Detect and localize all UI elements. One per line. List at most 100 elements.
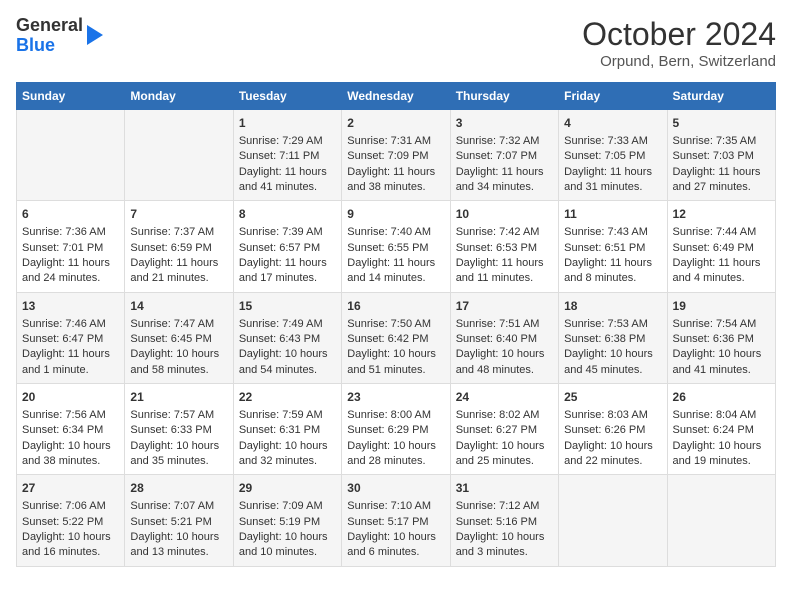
day-info: Daylight: 10 hours and 38 minutes. bbox=[22, 439, 119, 470]
day-number: 18 bbox=[564, 298, 661, 315]
month-year-title: October 2024 bbox=[582, 16, 776, 53]
day-info: Sunset: 7:11 PM bbox=[239, 149, 336, 164]
day-info: Daylight: 11 hours and 27 minutes. bbox=[673, 165, 770, 196]
calendar-cell: 29Sunrise: 7:09 AMSunset: 5:19 PMDayligh… bbox=[233, 475, 341, 566]
day-number: 2 bbox=[347, 115, 444, 132]
day-info: Daylight: 10 hours and 45 minutes. bbox=[564, 347, 661, 378]
weekday-header-tuesday: Tuesday bbox=[233, 83, 341, 110]
day-info: Sunrise: 7:39 AM bbox=[239, 225, 336, 240]
calendar-cell: 27Sunrise: 7:06 AMSunset: 5:22 PMDayligh… bbox=[17, 475, 125, 566]
day-info: Sunset: 7:03 PM bbox=[673, 149, 770, 164]
day-number: 9 bbox=[347, 206, 444, 223]
day-info: Sunset: 5:16 PM bbox=[456, 515, 553, 530]
day-number: 16 bbox=[347, 298, 444, 315]
day-info: Sunrise: 8:04 AM bbox=[673, 408, 770, 423]
calendar-cell: 9 Sunrise: 7:40 AMSunset: 6:55 PMDaylight… bbox=[342, 201, 450, 292]
calendar-cell: 19Sunrise: 7:54 AMSunset: 6:36 PMDayligh… bbox=[667, 292, 775, 383]
day-info: Sunrise: 7:37 AM bbox=[130, 225, 227, 240]
weekday-header-saturday: Saturday bbox=[667, 83, 775, 110]
day-info: Sunset: 6:26 PM bbox=[564, 423, 661, 438]
page-header: General Blue October 2024 Orpund, Bern, … bbox=[16, 16, 776, 70]
day-info: Daylight: 11 hours and 24 minutes. bbox=[22, 256, 119, 287]
day-info: Sunset: 6:59 PM bbox=[130, 241, 227, 256]
day-info: Daylight: 10 hours and 35 minutes. bbox=[130, 439, 227, 470]
day-number: 5 bbox=[673, 115, 770, 132]
day-info: Daylight: 11 hours and 8 minutes. bbox=[564, 256, 661, 287]
day-info: Sunset: 6:33 PM bbox=[130, 423, 227, 438]
day-info: Daylight: 10 hours and 54 minutes. bbox=[239, 347, 336, 378]
day-info: Daylight: 11 hours and 11 minutes. bbox=[456, 256, 553, 287]
day-info: Sunrise: 7:33 AM bbox=[564, 134, 661, 149]
day-number: 20 bbox=[22, 389, 119, 406]
calendar-cell: 21Sunrise: 7:57 AMSunset: 6:33 PMDayligh… bbox=[125, 384, 233, 475]
day-info: Sunrise: 7:32 AM bbox=[456, 134, 553, 149]
day-number: 8 bbox=[239, 206, 336, 223]
calendar-cell bbox=[17, 110, 125, 201]
day-info: Sunset: 6:34 PM bbox=[22, 423, 119, 438]
calendar-cell bbox=[125, 110, 233, 201]
day-info: Daylight: 11 hours and 14 minutes. bbox=[347, 256, 444, 287]
calendar-cell: 6 Sunrise: 7:36 AMSunset: 7:01 PMDaylight… bbox=[17, 201, 125, 292]
calendar-cell: 16Sunrise: 7:50 AMSunset: 6:42 PMDayligh… bbox=[342, 292, 450, 383]
calendar-cell: 28Sunrise: 7:07 AMSunset: 5:21 PMDayligh… bbox=[125, 475, 233, 566]
day-info: Sunrise: 7:53 AM bbox=[564, 317, 661, 332]
day-number: 6 bbox=[22, 206, 119, 223]
day-info: Sunset: 6:27 PM bbox=[456, 423, 553, 438]
day-info: Sunset: 5:17 PM bbox=[347, 515, 444, 530]
day-info: Sunset: 5:21 PM bbox=[130, 515, 227, 530]
day-info: Daylight: 10 hours and 22 minutes. bbox=[564, 439, 661, 470]
day-info: Sunset: 6:55 PM bbox=[347, 241, 444, 256]
day-number: 3 bbox=[456, 115, 553, 132]
calendar-cell: 30Sunrise: 7:10 AMSunset: 5:17 PMDayligh… bbox=[342, 475, 450, 566]
day-number: 1 bbox=[239, 115, 336, 132]
day-info: Sunrise: 8:03 AM bbox=[564, 408, 661, 423]
day-info: Daylight: 10 hours and 13 minutes. bbox=[130, 530, 227, 561]
day-info: Sunrise: 7:57 AM bbox=[130, 408, 227, 423]
day-info: Daylight: 10 hours and 10 minutes. bbox=[239, 530, 336, 561]
day-number: 12 bbox=[673, 206, 770, 223]
day-info: Daylight: 10 hours and 19 minutes. bbox=[673, 439, 770, 470]
day-info: Sunset: 6:45 PM bbox=[130, 332, 227, 347]
day-info: Sunrise: 7:09 AM bbox=[239, 499, 336, 514]
day-number: 15 bbox=[239, 298, 336, 315]
day-info: Sunrise: 7:35 AM bbox=[673, 134, 770, 149]
day-number: 28 bbox=[130, 480, 227, 497]
day-info: Daylight: 10 hours and 48 minutes. bbox=[456, 347, 553, 378]
calendar-cell: 10Sunrise: 7:42 AMSunset: 6:53 PMDayligh… bbox=[450, 201, 558, 292]
day-number: 11 bbox=[564, 206, 661, 223]
calendar-cell: 23Sunrise: 8:00 AMSunset: 6:29 PMDayligh… bbox=[342, 384, 450, 475]
calendar-cell: 12Sunrise: 7:44 AMSunset: 6:49 PMDayligh… bbox=[667, 201, 775, 292]
calendar-cell: 17Sunrise: 7:51 AMSunset: 6:40 PMDayligh… bbox=[450, 292, 558, 383]
day-info: Sunrise: 7:40 AM bbox=[347, 225, 444, 240]
day-number: 14 bbox=[130, 298, 227, 315]
day-info: Sunset: 7:07 PM bbox=[456, 149, 553, 164]
calendar-cell: 20Sunrise: 7:56 AMSunset: 6:34 PMDayligh… bbox=[17, 384, 125, 475]
day-info: Sunset: 6:47 PM bbox=[22, 332, 119, 347]
day-number: 24 bbox=[456, 389, 553, 406]
calendar-cell: 26Sunrise: 8:04 AMSunset: 6:24 PMDayligh… bbox=[667, 384, 775, 475]
calendar-week-row: 1 Sunrise: 7:29 AMSunset: 7:11 PM Daylight… bbox=[17, 110, 776, 201]
day-info: Sunrise: 7:36 AM bbox=[22, 225, 119, 240]
day-number: 10 bbox=[456, 206, 553, 223]
weekday-header-thursday: Thursday bbox=[450, 83, 558, 110]
calendar-week-row: 13Sunrise: 7:46 AMSunset: 6:47 PMDayligh… bbox=[17, 292, 776, 383]
day-number: 17 bbox=[456, 298, 553, 315]
day-info: Sunrise: 7:29 AM bbox=[239, 134, 336, 149]
day-info: Daylight: 11 hours and 34 minutes. bbox=[456, 165, 553, 196]
day-info: Daylight: 10 hours and 51 minutes. bbox=[347, 347, 444, 378]
day-number: 30 bbox=[347, 480, 444, 497]
day-info: Sunrise: 7:50 AM bbox=[347, 317, 444, 332]
day-info: Sunset: 7:05 PM bbox=[564, 149, 661, 164]
day-info: Daylight: 11 hours and 21 minutes. bbox=[130, 256, 227, 287]
calendar-week-row: 6Sunrise: 7:36 AMSunset: 7:01 PMDaylight… bbox=[17, 201, 776, 292]
calendar-cell: 15Sunrise: 7:49 AMSunset: 6:43 PMDayligh… bbox=[233, 292, 341, 383]
day-info: Daylight: 10 hours and 58 minutes. bbox=[130, 347, 227, 378]
day-info: Sunset: 7:01 PM bbox=[22, 241, 119, 256]
day-info: Daylight: 11 hours and 38 minutes. bbox=[347, 165, 444, 196]
day-info: Sunset: 5:19 PM bbox=[239, 515, 336, 530]
day-info: Sunrise: 7:10 AM bbox=[347, 499, 444, 514]
calendar-cell: 11Sunrise: 7:43 AMSunset: 6:51 PMDayligh… bbox=[559, 201, 667, 292]
day-info: Daylight: 11 hours and 31 minutes. bbox=[564, 165, 661, 196]
day-info: Sunset: 6:29 PM bbox=[347, 423, 444, 438]
logo: General Blue bbox=[16, 16, 103, 56]
